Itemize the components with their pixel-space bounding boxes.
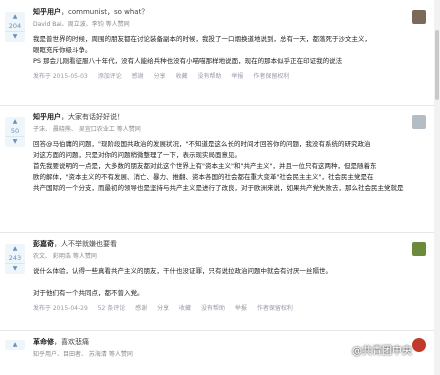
answer-author: 彭嘉奇，人不举就嫌也要看 xyxy=(33,240,421,249)
comment-button[interactable]: 添加评论 xyxy=(98,73,122,80)
text-line: 说什么体验，认得一些真看共产主义的朋友，干什也没证罪，只有说拉政治问题中就会有讨… xyxy=(33,267,332,275)
answer-author: 知乎用户，大家有话好好说！ xyxy=(33,113,421,122)
share-button[interactable]: 分享 xyxy=(154,73,166,80)
author-name[interactable]: 革命修 xyxy=(33,338,54,346)
downvote-icon[interactable]: ▼ xyxy=(5,264,25,274)
upvote-icon[interactable]: ▲ xyxy=(5,244,25,254)
vote-box: ▲ 50 ▼ xyxy=(5,117,25,147)
report-button[interactable]: 举报 xyxy=(231,73,243,80)
upvote-icon[interactable]: ▲ xyxy=(5,117,25,127)
vote-count: 204 xyxy=(5,22,25,32)
text-line: 眼眶充斥你级斗争。 xyxy=(33,46,92,54)
downvote-icon[interactable]: ▼ xyxy=(5,32,25,42)
author-name[interactable]: 知乎用户 xyxy=(33,8,61,16)
copyright-link[interactable]: 作者保留权利 xyxy=(257,305,293,312)
vote-count: 243 xyxy=(5,254,25,264)
answer-meta: 发布于 2015-05-03 添加评论 感谢 分享 收藏 没有帮助 举报 作者保… xyxy=(33,72,421,81)
author-name[interactable]: 知乎用户 xyxy=(33,113,61,121)
divider xyxy=(0,330,440,331)
thanks-button[interactable]: 感谢 xyxy=(132,73,144,80)
avatar[interactable] xyxy=(412,338,426,352)
text-line: 回答@马伯庸的问题，"现阶段国共政治的发展状况，"不知道是这么长的时间才回答你的… xyxy=(33,140,371,148)
answer-text: 说什么体验，认得一些真看共产主义的朋友，干什也没证罪，只有说拉政治问题中就会有讨… xyxy=(33,266,421,299)
text-line: 欧的解体，"资本主义的不有发展、消亡、暴力、推翻、资本各国的社会都在重大变革"社… xyxy=(33,173,374,181)
divider xyxy=(0,105,440,106)
answer-date[interactable]: 发布于 2015-05-03 xyxy=(33,73,88,80)
scrollbar-thumb[interactable] xyxy=(435,30,439,100)
text-line xyxy=(33,277,421,288)
text-line: 我是普世界的时候，周围的朋友都在讨论装备副本的时候，我投了一口烟换道地说到，总有… xyxy=(33,35,371,43)
vote-box: ▲ 243 ▼ xyxy=(5,244,25,274)
vote-box: ▲ 204 ▼ xyxy=(5,12,25,42)
author-name[interactable]: 彭嘉奇 xyxy=(33,240,54,248)
upvote-icon[interactable]: ▲ xyxy=(5,12,25,22)
vote-box: ▲ xyxy=(5,340,25,350)
copyright-link[interactable]: 作者保留权利 xyxy=(253,73,289,80)
answer-body: 知乎用户，communist，so what？ David Bai、周立波、李钧… xyxy=(33,8,421,81)
collect-button[interactable]: 收藏 xyxy=(179,305,191,312)
text-line: 对这方面的问题，只是对你的问题稍微整理了一下，表示现实局面意见。 xyxy=(33,151,241,159)
answer-body: 知乎用户，大家有话好好说！ 子沫、 晨晓熊、 吴宜口农业工 等人赞同 回答@马伯… xyxy=(33,113,421,194)
author-tag: ，人不举就嫌也要看 xyxy=(54,240,117,248)
answer-author: 知乎用户，communist，so what？ xyxy=(33,8,421,17)
answer-meta: 发布于 2015-04-29 52 条评论 感谢 分享 收藏 没有帮助 举报 作… xyxy=(33,304,421,313)
answer-body: 彭嘉奇，人不举就嫌也要看 农文、 彩明浩 等人赞同 说什么体验，认得一些真看共产… xyxy=(33,240,421,313)
nohelp-button[interactable]: 没有帮助 xyxy=(201,305,225,312)
answer-text: 我是普世界的时候，周围的朋友都在讨论装备副本的时候，我投了一口烟换道地说到，总有… xyxy=(33,34,421,67)
avatar[interactable] xyxy=(412,10,426,24)
text-line: 共产国际的一个分支，而最初的领导也是坚持与共产主义是进行了改良，对于欧洲来说，如… xyxy=(33,184,404,192)
comment-button[interactable]: 52 条评论 xyxy=(98,305,126,312)
report-button[interactable]: 举报 xyxy=(235,305,247,312)
author-tag: ，喜欢悲痛 xyxy=(54,338,89,346)
thanks-button[interactable]: 感谢 xyxy=(135,305,147,312)
answer-date[interactable]: 发布于 2015-04-29 xyxy=(33,305,88,312)
downvote-icon[interactable]: ▼ xyxy=(5,137,25,147)
voters-line[interactable]: 农文、 彩明浩 等人赞同 xyxy=(33,252,421,261)
voters-line[interactable]: 子沫、 晨晓熊、 吴宜口农业工 等人赞同 xyxy=(33,125,421,134)
author-tag: ，communist，so what？ xyxy=(61,8,149,16)
vote-count: 50 xyxy=(5,127,25,137)
watermark: @共青团中央 xyxy=(352,346,412,357)
share-button[interactable]: 分享 xyxy=(157,305,169,312)
voters-line[interactable]: David Bai、周立波、李钧 等人赞同 xyxy=(33,20,421,29)
nohelp-button[interactable]: 没有帮助 xyxy=(197,73,221,80)
avatar[interactable] xyxy=(412,242,426,256)
scrollbar[interactable] xyxy=(434,0,440,375)
author-tag: ，大家有话好好说！ xyxy=(61,113,124,121)
upvote-icon[interactable]: ▲ xyxy=(5,340,25,350)
text-line: PS 那会儿刚看征服八十年代，没有人能给兵种也没有小喵喵那样地说面，现在的那本似… xyxy=(33,57,343,65)
avatar[interactable] xyxy=(412,115,426,129)
divider xyxy=(0,232,440,233)
text-line: 首先我要说明的一点是，大多数的朋友都对此这个世界上有"资本主义"和"共产主义"，… xyxy=(33,162,377,170)
answer-text: 回答@马伯庸的问题，"现阶段国共政治的发展状况，"不知道是这么长的时间才回答你的… xyxy=(33,139,421,194)
collect-button[interactable]: 收藏 xyxy=(176,73,188,80)
text-line: 对于他们有一个共同点，都不曾入党。 xyxy=(33,289,144,297)
